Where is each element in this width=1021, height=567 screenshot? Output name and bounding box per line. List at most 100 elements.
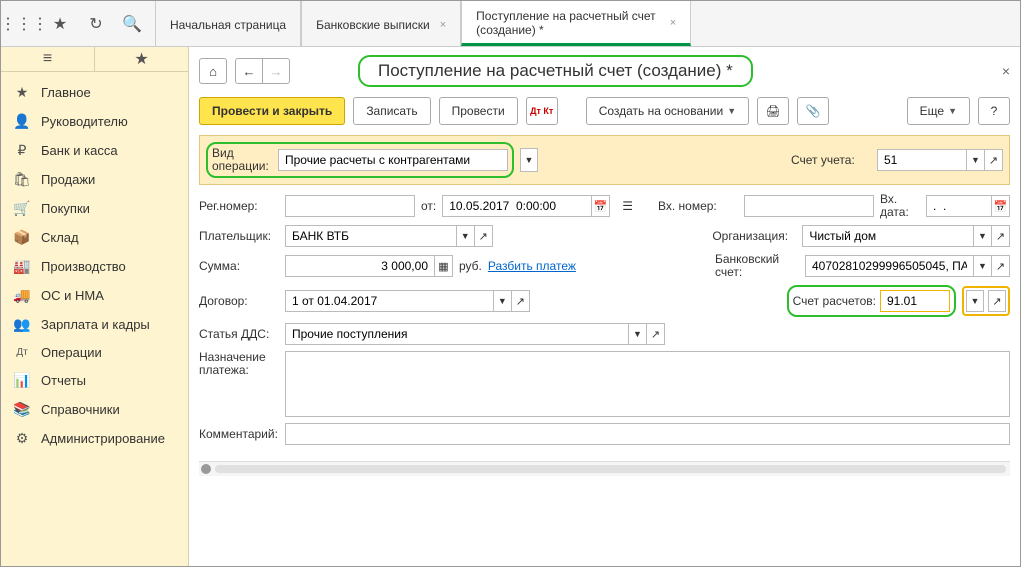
- reg-number-label: Рег.номер:: [199, 200, 279, 213]
- sidebar-item-label: ОС и НМА: [41, 288, 104, 303]
- favorite-icon[interactable]: ★: [51, 15, 69, 33]
- search-icon[interactable]: 🔍: [123, 15, 141, 33]
- sidebar-item-label: Справочники: [41, 402, 120, 417]
- sidebar-item-admin[interactable]: ⚙Администрирование: [1, 424, 188, 453]
- operation-type-label: Вид операции:: [212, 147, 272, 173]
- post-and-close-button[interactable]: Провести и закрыть: [199, 97, 345, 125]
- write-button[interactable]: Записать: [353, 97, 430, 125]
- forward-button[interactable]: →: [263, 58, 290, 84]
- header: ⌂ ← → Поступление на расчетный счет (соз…: [189, 47, 1020, 93]
- dropdown-button[interactable]: ▼: [966, 290, 984, 312]
- sum-input[interactable]: [285, 255, 435, 277]
- sidebar-item-production[interactable]: 🏭Производство: [1, 252, 188, 281]
- person-icon: 👤: [13, 113, 31, 130]
- dropdown-button[interactable]: ▼: [974, 225, 992, 247]
- calendar-icon[interactable]: 📅: [592, 195, 610, 217]
- dropdown-button[interactable]: ▼: [974, 255, 992, 277]
- incoming-date-input[interactable]: [926, 195, 992, 217]
- dropdown-button[interactable]: ▼: [457, 225, 475, 247]
- sum-label: Сумма:: [199, 260, 279, 273]
- sidebar: ≡ ★ ★Главное 👤Руководителю ₽Банк и касса…: [1, 47, 189, 566]
- bank-account-input[interactable]: [805, 255, 974, 277]
- close-icon[interactable]: ×: [1002, 63, 1010, 79]
- open-button[interactable]: ↗: [992, 225, 1010, 247]
- settlement-account-input[interactable]: [880, 290, 950, 312]
- horizontal-scrollbar[interactable]: [199, 461, 1010, 476]
- help-button[interactable]: ?: [978, 97, 1010, 125]
- list-icon[interactable]: ☰: [622, 199, 633, 213]
- favorite-icon[interactable]: ★: [95, 47, 188, 71]
- scroll-thumb[interactable]: [201, 464, 211, 474]
- page-title: Поступление на расчетный счет (создание)…: [358, 55, 753, 87]
- create-based-button[interactable]: Создать на основании▼: [586, 97, 749, 125]
- comment-input[interactable]: [285, 423, 1010, 445]
- menu-icon[interactable]: ≡: [1, 47, 95, 71]
- contract-input[interactable]: [285, 290, 494, 312]
- post-button[interactable]: Провести: [439, 97, 518, 125]
- back-button[interactable]: ←: [235, 58, 263, 84]
- content: ⌂ ← → Поступление на расчетный счет (соз…: [189, 47, 1020, 566]
- comment-label: Комментарий:: [199, 428, 279, 441]
- sidebar-item-payroll[interactable]: 👥Зарплата и кадры: [1, 310, 188, 339]
- split-payment-link[interactable]: Разбить платеж: [488, 259, 576, 273]
- dtkt-icon: Дт Кт: [530, 106, 553, 116]
- tab-start-page[interactable]: Начальная страница: [155, 1, 301, 46]
- date-input[interactable]: [442, 195, 592, 217]
- payer-input[interactable]: [285, 225, 457, 247]
- sidebar-item-main[interactable]: ★Главное: [1, 78, 188, 107]
- history-icon[interactable]: ↻: [87, 15, 105, 33]
- dropdown-button[interactable]: ▼: [629, 323, 647, 345]
- account-input[interactable]: [877, 149, 967, 171]
- tab-receipt-create[interactable]: Поступление на расчетный счет (создание)…: [461, 1, 691, 46]
- dds-input[interactable]: [285, 323, 629, 345]
- dropdown-button[interactable]: ▼: [520, 148, 538, 172]
- sidebar-item-dictionaries[interactable]: 📚 Справочники: [1, 395, 188, 424]
- sidebar-item-manager[interactable]: 👤Руководителю: [1, 107, 188, 136]
- dtkt-icon: Дт: [13, 347, 31, 358]
- more-button[interactable]: Еще▼: [907, 97, 970, 125]
- open-button[interactable]: ↗: [988, 290, 1006, 312]
- sidebar-item-assets[interactable]: 🚚ОС и НМА: [1, 281, 188, 310]
- operation-type-input[interactable]: [278, 149, 508, 171]
- sidebar-item-label: Склад: [41, 230, 79, 245]
- sidebar-item-sales[interactable]: 🛍Продажи: [1, 165, 188, 194]
- dtkt-button[interactable]: Дт Кт: [526, 97, 558, 125]
- home-button[interactable]: ⌂: [199, 58, 227, 84]
- purpose-input[interactable]: [285, 351, 1010, 417]
- payer-label: Плательщик:: [199, 230, 279, 243]
- sidebar-item-purchases[interactable]: 🛒Покупки: [1, 194, 188, 223]
- books-icon: 📚: [13, 401, 31, 418]
- contract-label: Договор:: [199, 295, 279, 308]
- close-icon[interactable]: ×: [440, 18, 446, 32]
- open-button[interactable]: ↗: [992, 255, 1010, 277]
- sidebar-item-label: Покупки: [41, 201, 90, 216]
- reg-number-input[interactable]: [285, 195, 415, 217]
- apps-icon[interactable]: ⋮⋮⋮: [15, 15, 33, 33]
- incoming-number-input[interactable]: [744, 195, 874, 217]
- tab-label: Поступление на расчетный счет (создание)…: [476, 9, 660, 37]
- sidebar-item-warehouse[interactable]: 📦Склад: [1, 223, 188, 252]
- ruble-icon: ₽: [13, 142, 31, 159]
- open-button[interactable]: ↗: [985, 149, 1003, 171]
- close-icon[interactable]: ×: [670, 16, 676, 30]
- date-from-label: от:: [421, 199, 436, 213]
- org-label: Организация:: [712, 230, 796, 243]
- sidebar-item-bank[interactable]: ₽Банк и касса: [1, 136, 188, 165]
- tab-bank-statements[interactable]: Банковские выписки×: [301, 1, 461, 46]
- tabs: Начальная страница Банковские выписки× П…: [155, 1, 691, 46]
- print-button[interactable]: 🖨: [757, 97, 789, 125]
- attach-button[interactable]: 📎: [797, 97, 829, 125]
- dropdown-button[interactable]: ▼: [494, 290, 512, 312]
- sidebar-item-reports[interactable]: 📊Отчеты: [1, 366, 188, 395]
- open-button[interactable]: ↗: [512, 290, 530, 312]
- calendar-icon[interactable]: 📅: [992, 195, 1010, 217]
- scroll-track[interactable]: [215, 465, 1006, 473]
- dds-label: Статья ДДС:: [199, 328, 279, 341]
- open-button[interactable]: ↗: [647, 323, 665, 345]
- open-button[interactable]: ↗: [475, 225, 493, 247]
- calc-icon[interactable]: ▦: [435, 255, 453, 277]
- sidebar-item-operations[interactable]: ДтОперации: [1, 339, 188, 366]
- org-input[interactable]: [802, 225, 974, 247]
- bank-account-label: Банковский счет:: [715, 253, 799, 279]
- dropdown-button[interactable]: ▼: [967, 149, 985, 171]
